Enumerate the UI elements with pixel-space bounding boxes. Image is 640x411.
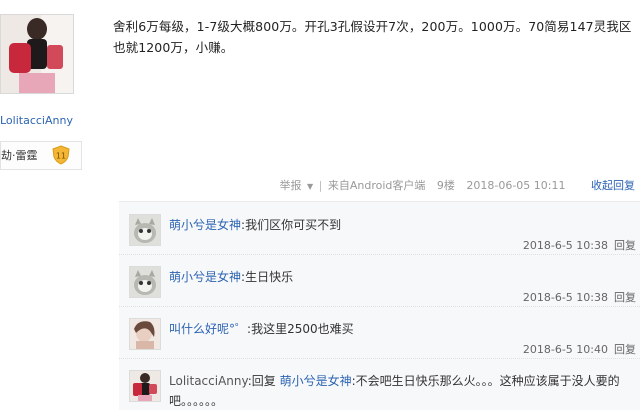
reply-avatar[interactable] — [129, 214, 161, 246]
reply-message: 生日快乐 — [245, 270, 294, 284]
reply-username[interactable]: 萌小兮是女神 — [169, 218, 241, 232]
reply-time: 2018-6-5 10:38 — [522, 291, 608, 304]
reply-avatar[interactable] — [129, 370, 161, 402]
chevron-down-icon[interactable]: ▼ — [307, 182, 313, 191]
reply-message: 我们区你可买不到 — [245, 218, 342, 232]
reply-word: 回复 — [251, 374, 276, 388]
reply-button[interactable]: 回复 — [614, 343, 636, 356]
list-item: 叫什么好呢°゜:我这里2500也难买 2018-6-5 10:40 回复 — [119, 306, 640, 359]
reply-text: 叫什么好呢°゜:我这里2500也难买 — [169, 319, 634, 339]
reply-to-username[interactable]: 萌小兮是女神 — [280, 374, 352, 388]
reply-text: 萌小兮是女神:生日快乐 — [169, 267, 634, 287]
post-time: 2018-06-05 10:11 — [466, 179, 566, 192]
reply-message: 我这里2500也难买 — [251, 322, 354, 336]
reply-button[interactable]: 回复 — [614, 291, 636, 304]
reply-username[interactable]: 叫什么好呢°゜ — [169, 322, 247, 336]
badge-label: 劫·雷霆 — [1, 149, 38, 162]
avatar-photo-icon — [1, 15, 73, 93]
author-avatar[interactable] — [0, 14, 74, 94]
post-content: 舍利6万每级，1-7级大概800万。开孔3孔假设开7次，200万。1000万。7… — [113, 19, 632, 55]
author-avatar-small-icon — [130, 371, 160, 401]
reply-time: 2018-6-5 10:38 — [522, 239, 608, 252]
reply-list: 萌小兮是女神:我们区你可买不到 2018-6-5 10:38 回复 萌小兮是女神:… — [119, 201, 640, 410]
reply-avatar[interactable] — [129, 266, 161, 298]
report-link[interactable]: 举报 — [279, 177, 301, 193]
level-shield-icon: 11 — [52, 145, 70, 165]
reply-text: LolitacciAnny:回复 萌小兮是女神:不会吧生日快乐那么火。。。这种应… — [169, 371, 634, 411]
post-meta: 举报 ▼ | 来自Android客户端 9楼 2018-06-05 10:11 … — [279, 177, 635, 193]
cat-avatar-icon — [130, 215, 160, 245]
list-item: LolitacciAnny:回复 萌小兮是女神:不会吧生日快乐那么火。。。这种应… — [119, 358, 640, 410]
floor-number: 9楼 — [436, 179, 455, 192]
reply-footer: 2018-6-5 10:38 回复 — [523, 289, 636, 305]
reply-button[interactable]: 回复 — [614, 239, 636, 252]
reply-text: 萌小兮是女神:我们区你可买不到 — [169, 215, 634, 235]
reply-footer: 2018-6-5 10:38 回复 — [523, 237, 636, 253]
meta-separator: | — [318, 179, 323, 192]
level-number: 11 — [56, 152, 66, 161]
list-item: 萌小兮是女神:生日快乐 2018-6-5 10:38 回复 — [119, 254, 640, 307]
client-source[interactable]: 来自Android客户端 — [328, 177, 426, 193]
cat-avatar-icon — [130, 267, 160, 297]
author-badge[interactable]: 劫·雷霆 11 — [0, 141, 82, 170]
person-avatar-icon — [130, 319, 160, 349]
list-item: 萌小兮是女神:我们区你可买不到 2018-6-5 10:38 回复 — [119, 202, 640, 255]
reply-footer: 2018-6-5 10:40 回复 — [523, 341, 636, 357]
reply-username[interactable]: LolitacciAnny — [169, 374, 248, 388]
collapse-replies-link[interactable]: 收起回复 — [591, 177, 635, 193]
author-panel: LolitacciAnny 劫·雷霆 11 — [0, 0, 92, 409]
reply-username[interactable]: 萌小兮是女神 — [169, 270, 241, 284]
author-username[interactable]: LolitacciAnny — [0, 114, 73, 127]
reply-time: 2018-6-5 10:40 — [522, 343, 608, 356]
reply-avatar[interactable] — [129, 318, 161, 350]
